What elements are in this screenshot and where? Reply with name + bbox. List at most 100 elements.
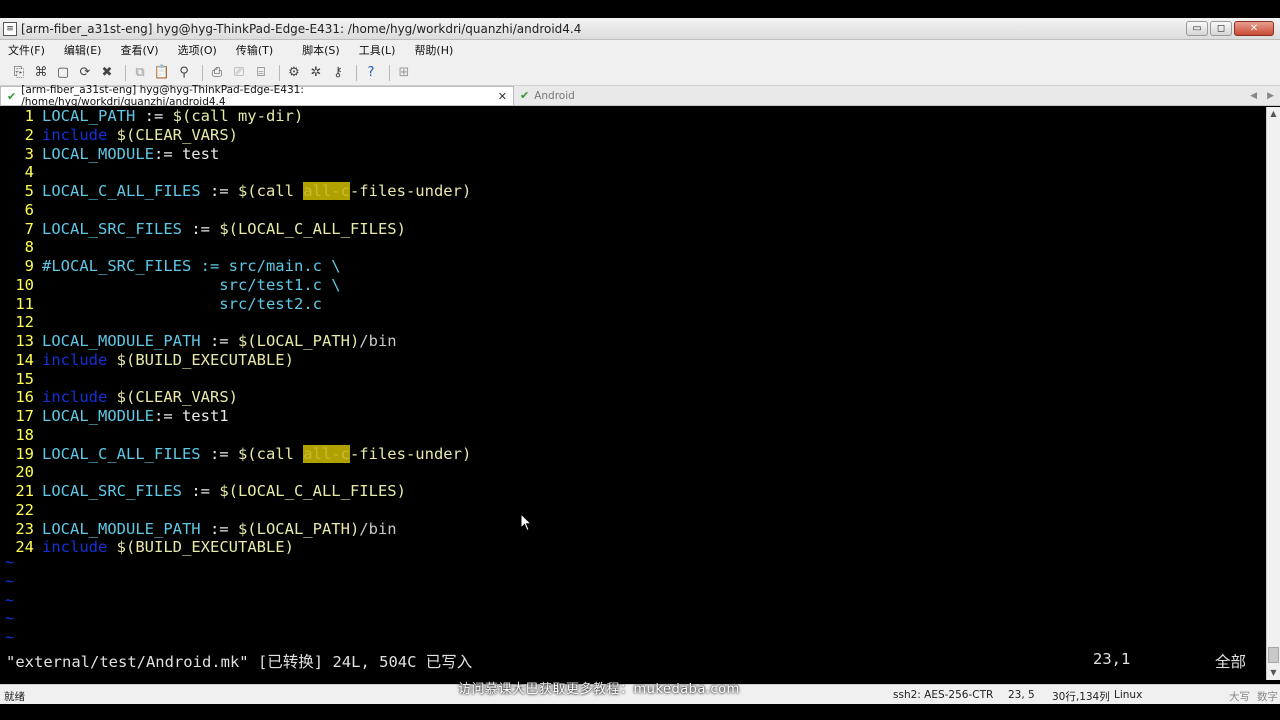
code-token: $(CLEAR_VARS): [116, 125, 238, 144]
menu-bar: 文件(F) 编辑(E) 查看(V) 选项(O) 传输(T) 脚本(S) 工具(L…: [0, 40, 1280, 60]
code-token: :=: [200, 444, 238, 463]
menu-script[interactable]: 脚本(S): [294, 42, 347, 58]
line-number: 7: [24, 219, 34, 238]
code-token: LOCAL_MODULE: [42, 407, 154, 425]
tab-scroll-right-icon[interactable]: ▶: [1267, 91, 1274, 101]
terminal-view[interactable]: 1 LOCAL_PATH := $(call my-dir) 2 include $(…: [0, 107, 1266, 680]
line-number: 12: [15, 313, 34, 332]
code-token: $(BUILD_EXECUTABLE): [116, 350, 294, 369]
connect-icon[interactable]: ⎘: [10, 64, 28, 82]
print-setup-icon[interactable]: ⎚: [230, 64, 248, 82]
line-number: 23: [15, 519, 34, 538]
code-token: /bin: [359, 332, 397, 350]
toolbar-separator: [125, 64, 126, 81]
close-button[interactable]: ✕: [1234, 21, 1274, 36]
editor-line: 16 include $(CLEAR_VARS): [0, 388, 1260, 407]
code-token: include: [42, 388, 108, 407]
status-cipher: ssh2: AES-256-CTR: [893, 689, 994, 701]
tab-android[interactable]: ✔ Android: [514, 86, 581, 105]
help-icon[interactable]: ?: [362, 64, 380, 82]
code-token: all-c: [303, 182, 350, 200]
toolbar-separator: [279, 64, 280, 81]
print-icon[interactable]: ⎙: [208, 64, 226, 82]
code-token: :=: [200, 519, 238, 538]
connect-tab-icon[interactable]: ▢: [54, 64, 72, 82]
line-number: 8: [24, 238, 34, 257]
maximize-button[interactable]: ◻: [1210, 21, 1232, 36]
menu-options[interactable]: 选项(O): [170, 42, 224, 58]
code-token: $(call my-dir): [172, 107, 304, 125]
window-title: [arm-fiber_a31st-eng] hyg@hyg-ThinkPad-E…: [21, 21, 582, 36]
line-number: 13: [15, 332, 34, 350]
code-token: $(call: [237, 182, 304, 200]
vertical-scrollbar[interactable]: ▲ ▼: [1266, 107, 1280, 680]
code-token: LOCAL_MODULE: [42, 144, 154, 163]
code-token: LOCAL_C_ALL_FILES: [42, 182, 201, 200]
line-number: 21: [15, 482, 34, 500]
extra-icon[interactable]: ⊞: [395, 64, 413, 82]
global-options-icon[interactable]: ✲: [307, 64, 325, 82]
code-token: :=: [200, 332, 238, 350]
keymap-icon[interactable]: ⚷: [329, 64, 347, 82]
code-token: :=: [200, 182, 238, 200]
menu-file[interactable]: 文件(F): [0, 42, 52, 58]
code-token: :=: [181, 219, 220, 238]
code-token: $(LOCAL_PATH): [237, 332, 360, 350]
line-number: 6: [24, 200, 34, 219]
quick-connect-icon[interactable]: ⌘: [32, 64, 50, 82]
scroll-up-icon[interactable]: ▲: [1267, 107, 1280, 121]
status-cursor: 23, 5: [1008, 689, 1035, 701]
code-token: := test1: [153, 407, 229, 425]
editor-line: 20: [0, 463, 1260, 482]
print-screen-icon[interactable]: ⌸: [252, 64, 270, 82]
app-icon: ≡: [3, 21, 17, 36]
tab-scroll-left-icon[interactable]: ◀: [1250, 91, 1257, 101]
tab-active-session[interactable]: ✔ [arm-fiber_a31st-eng] hyg@hyg-ThinkPad…: [0, 84, 514, 108]
disconnect-icon[interactable]: ✖: [98, 64, 116, 82]
editor-line: 10 src/test1.c \: [0, 276, 1260, 295]
copy-icon[interactable]: ⧉: [131, 64, 149, 82]
paste-icon[interactable]: 📋: [153, 64, 171, 82]
line-number: 16: [15, 388, 34, 407]
menu-edit[interactable]: 编辑(E): [56, 42, 109, 58]
code-token: := test: [153, 144, 220, 163]
code-token: -files-under): [349, 444, 472, 463]
minimize-button[interactable]: ▭: [1186, 21, 1208, 36]
tab-label: Android: [534, 89, 575, 102]
code-token: LOCAL_MODULE_PATH: [42, 519, 201, 538]
menu-tools[interactable]: 工具(L): [351, 42, 403, 58]
reconnect-icon[interactable]: ⟳: [76, 64, 94, 82]
editor-line: 8: [0, 238, 1260, 257]
editor-line: 1 LOCAL_PATH := $(call my-dir): [0, 107, 1260, 126]
scroll-down-icon[interactable]: ▼: [1267, 666, 1280, 680]
line-number: 18: [15, 425, 34, 444]
empty-line-tilde: ~: [5, 571, 15, 590]
find-icon[interactable]: ⚲: [175, 64, 193, 82]
code-token: :=: [135, 107, 173, 125]
tab-close-icon[interactable]: ✕: [498, 90, 507, 103]
menu-transfer[interactable]: 传输(T): [228, 42, 280, 58]
menu-help[interactable]: 帮助(H): [406, 42, 460, 58]
code-token: -files-under): [349, 182, 472, 200]
scroll-thumb[interactable]: [1268, 647, 1279, 663]
vim-scroll-indicator: 全部: [1215, 653, 1247, 671]
editor-line: 19 LOCAL_C_ALL_FILES := $(call all-c-file…: [0, 444, 1260, 464]
status-size: 30行,134列: [1052, 691, 1110, 703]
menu-view[interactable]: 查看(V): [112, 42, 165, 58]
line-number: 15: [15, 369, 34, 388]
code-token: LOCAL_C_ALL_FILES: [42, 444, 201, 463]
editor-line: 24 include $(BUILD_EXECUTABLE): [0, 538, 1260, 557]
vim-message: "external/test/Android.mk" [已转换] 24L, 50…: [6, 653, 473, 671]
line-number: 2: [24, 125, 34, 144]
mouse-pointer-icon: [520, 513, 533, 532]
code-token: LOCAL_SRC_FILES: [42, 219, 182, 238]
session-options-icon[interactable]: ⚙: [285, 64, 303, 82]
code-token: LOCAL_PATH: [42, 107, 136, 125]
code-token: LOCAL_SRC_FILES: [42, 482, 182, 500]
editor-line: 2 include $(CLEAR_VARS): [0, 126, 1260, 145]
editor-line: 17 LOCAL_MODULE:= test1: [0, 407, 1260, 426]
editor-line: 22: [0, 501, 1260, 520]
